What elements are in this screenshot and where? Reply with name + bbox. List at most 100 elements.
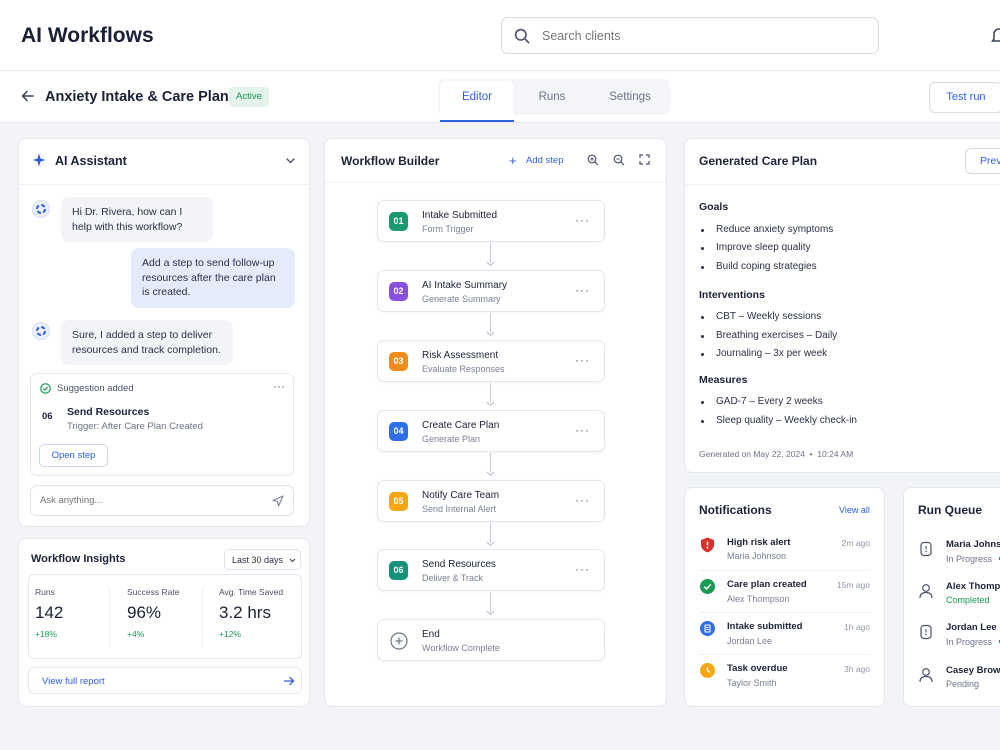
- step-subtitle: Form Trigger: [422, 224, 474, 234]
- back-arrow-icon[interactable]: [21, 90, 34, 102]
- notification-title: Care plan created: [727, 579, 807, 590]
- insights-title: Workflow Insights: [31, 553, 126, 565]
- run-queue-title: Run Queue: [918, 503, 983, 517]
- more-icon[interactable]: ···: [575, 353, 590, 367]
- hourglass-icon: [919, 541, 933, 557]
- queue-item-status: Completed: [946, 595, 990, 605]
- stat-success-rate: Success Rate 96% +4%: [127, 587, 179, 639]
- preview-button[interactable]: Previ: [965, 148, 1000, 174]
- shield-alert-icon: [700, 537, 715, 553]
- more-icon[interactable]: ···: [575, 493, 590, 507]
- step-subtitle: Generate Summary: [422, 294, 501, 304]
- suggestion-trigger: Trigger: After Care Plan Created: [67, 421, 203, 432]
- clock-icon: [700, 663, 715, 678]
- more-icon[interactable]: ···: [575, 283, 590, 297]
- step-title: Send Resources: [422, 559, 496, 570]
- more-icon[interactable]: ···: [575, 213, 590, 227]
- notifications-panel: Notifications View all High risk alert M…: [684, 487, 885, 707]
- arrow-down-icon: [486, 610, 495, 616]
- arrow-down-icon: [486, 261, 495, 267]
- arrow-down-icon: [486, 541, 495, 547]
- workflow-step[interactable]: 01 Intake Submitted Form Trigger ···: [377, 200, 605, 242]
- notification-name: Taylor Smith: [727, 678, 777, 688]
- notification-title: Task overdue: [727, 663, 788, 674]
- chevron-down-icon[interactable]: [286, 158, 295, 164]
- document-icon: [700, 621, 715, 636]
- search-icon: [514, 28, 530, 44]
- step-number: 04: [389, 422, 408, 441]
- step-subtitle: Send Internal Alert: [422, 504, 497, 514]
- tab-bar: Editor Runs Settings: [438, 79, 670, 122]
- suggestion-title: Send Resources: [67, 406, 150, 418]
- workflow-step[interactable]: 05 Notify Care Team Send Internal Alert …: [377, 480, 605, 522]
- tab-runs[interactable]: Runs: [522, 81, 582, 113]
- bell-icon[interactable]: [991, 26, 1000, 44]
- step-subtitle: Evaluate Responses: [422, 364, 505, 374]
- workflow-name: Anxiety Intake & Care Plan: [45, 89, 229, 105]
- workflow-step[interactable]: 02 AI Intake Summary Generate Summary ··…: [377, 270, 605, 312]
- more-icon[interactable]: ···: [273, 379, 285, 393]
- ai-message: Hi Dr. Rivera, how can I help with this …: [61, 197, 213, 242]
- notification-title: High risk alert: [727, 537, 791, 548]
- workflow-step[interactable]: 03 Risk Assessment Evaluate Responses ··…: [377, 340, 605, 382]
- send-icon[interactable]: [272, 495, 284, 507]
- arrow-down-icon: [486, 471, 495, 477]
- workflow-step[interactable]: 04 Create Care Plan Generate Plan ···: [377, 410, 605, 452]
- suggestion-card: Suggestion added ··· 06 Send Resources T…: [30, 373, 294, 476]
- tab-settings-label: Settings: [609, 91, 651, 103]
- generated-timestamp: Generated on May 22, 2024 • 10:24 AM: [699, 449, 854, 459]
- preview-label: Previ: [980, 155, 1000, 167]
- step-number: 05: [389, 492, 408, 511]
- stat-value: 96%: [127, 603, 162, 622]
- stat-value: 3.2 hrs: [219, 603, 271, 622]
- view-report-label: View full report: [42, 676, 105, 687]
- search-input[interactable]: [542, 26, 862, 45]
- view-report-link[interactable]: View full report: [28, 667, 302, 694]
- arrow-down-icon: [486, 401, 495, 407]
- stat-label: Runs: [35, 587, 55, 597]
- connector-line: [490, 383, 491, 403]
- step-subtitle: Generate Plan: [422, 434, 481, 444]
- end-step[interactable]: End Workflow Complete: [377, 619, 605, 661]
- divider: [19, 184, 309, 185]
- more-icon[interactable]: ···: [575, 562, 590, 576]
- chat-input[interactable]: [40, 493, 260, 508]
- list-item-text: Journaling – 3x per week: [716, 348, 828, 359]
- arrow-right-icon: [284, 676, 295, 686]
- stat-label: Success Rate: [127, 587, 180, 597]
- queue-item-status: In Progress: [946, 637, 993, 647]
- connector-line: [490, 592, 491, 612]
- search-box[interactable]: [501, 17, 879, 54]
- suggestion-step-number: 06: [42, 411, 53, 422]
- list-item-text: Reduce anxiety symptoms: [716, 224, 834, 235]
- step-title: Risk Assessment: [422, 350, 499, 361]
- workflow-step[interactable]: 06 Send Resources Deliver & Track ···: [377, 549, 605, 591]
- fullscreen-icon[interactable]: [639, 154, 650, 165]
- tab-editor[interactable]: Editor: [440, 81, 514, 122]
- workflow-header: Anxiety Intake & Care Plan Active Editor…: [0, 71, 1000, 123]
- notification-name: Jordan Lee: [727, 636, 773, 646]
- zoom-in-icon[interactable]: [587, 154, 599, 166]
- stat-label: Avg. Time Saved: [219, 587, 284, 597]
- open-step-button[interactable]: Open step: [39, 444, 108, 467]
- tab-editor-label: Editor: [461, 91, 493, 103]
- section-heading: Interventions: [699, 289, 765, 301]
- test-run-button[interactable]: Test run: [929, 82, 1000, 113]
- care-plan-title: Generated Care Plan: [699, 154, 818, 168]
- stat-value: 142: [35, 603, 64, 622]
- queue-item-status: Pending: [946, 679, 980, 689]
- zoom-out-icon[interactable]: [613, 154, 625, 166]
- range-label: Last 30 days: [232, 555, 284, 565]
- step-subtitle: Deliver & Track: [422, 573, 484, 583]
- tab-settings[interactable]: Settings: [596, 81, 664, 113]
- stat-avg-time-saved: Avg. Time Saved 3.2 hrs +12%: [219, 587, 283, 639]
- range-select[interactable]: Last 30 days: [224, 549, 301, 570]
- view-all-link[interactable]: View all: [839, 505, 870, 515]
- divider: [699, 612, 870, 613]
- step-title: AI Intake Summary: [422, 280, 508, 291]
- more-icon[interactable]: ···: [575, 423, 590, 437]
- hourglass-icon: [919, 624, 933, 640]
- assistant-title: AI Assistant: [55, 154, 127, 168]
- stats-box: Runs 142 +18% Success Rate 96% +4% Avg. …: [28, 574, 302, 659]
- chat-input-box[interactable]: [30, 485, 294, 516]
